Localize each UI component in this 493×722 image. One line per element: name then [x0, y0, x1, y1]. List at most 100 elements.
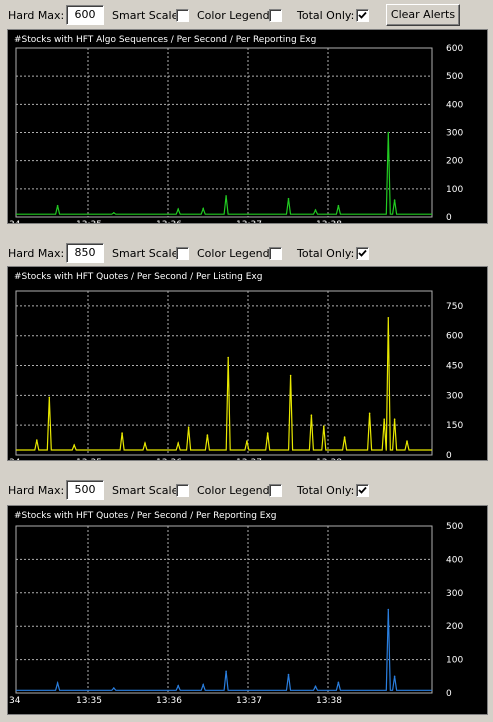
data-point [289, 374, 292, 377]
y-tick-label: 100 [446, 656, 463, 666]
y-tick-label: 450 [446, 362, 463, 372]
smart-scale-label: Smart Scale: [112, 9, 183, 22]
y-tick-label: 300 [446, 589, 463, 599]
data-point [202, 207, 204, 210]
plot-frame [15, 290, 433, 456]
series-line [16, 317, 432, 451]
data-point [406, 440, 408, 442]
y-tick-label: 0 [446, 213, 452, 223]
color-legend-label: Color Legend: [197, 484, 274, 497]
data-point [202, 683, 204, 686]
total-only-label: Total Only: [297, 9, 355, 22]
plot-frame [15, 525, 433, 694]
data-point [225, 670, 227, 673]
smart-scale-checkbox[interactable] [176, 247, 189, 260]
chart-title: #Stocks with HFT Algo Sequences / Per Se… [14, 35, 316, 45]
y-tick-label: 600 [446, 332, 463, 342]
data-point [337, 204, 340, 207]
hard-max-label: Hard Max: [8, 9, 65, 22]
data-point [48, 396, 51, 399]
total-only-checkbox[interactable] [356, 484, 369, 497]
data-point [144, 442, 146, 444]
total-only-label: Total Only: [297, 484, 355, 497]
y-tick-label: 200 [446, 622, 463, 632]
series-line [16, 132, 432, 215]
data-point [177, 442, 179, 444]
checkmark-icon [358, 11, 367, 19]
data-point [187, 426, 190, 428]
data-point [113, 212, 115, 214]
y-tick-label: 400 [446, 555, 463, 565]
checkmark-icon [358, 249, 367, 257]
chart-section-3: Hard Max: 500 Smart Scale: Color Legend:… [0, 478, 493, 722]
total-only-label: Total Only: [297, 247, 355, 260]
x-tick-label: 13:38 [316, 696, 342, 706]
data-point [343, 436, 346, 438]
chart-title: #Stocks with HFT Quotes / Per Second / P… [14, 511, 277, 521]
data-point [266, 432, 269, 434]
data-point [113, 687, 115, 689]
series-line [16, 609, 432, 691]
x-tick-label: 13:38 [316, 458, 342, 460]
data-point [287, 197, 290, 200]
y-tick-label: 0 [446, 451, 452, 460]
chart-title: #Stocks with HFT Quotes / Per Second / P… [14, 272, 262, 282]
x-tick-label: 34 [9, 220, 21, 223]
data-point [177, 208, 179, 210]
y-tick-label: 600 [446, 44, 463, 54]
x-tick-label: 13:37 [236, 696, 262, 706]
y-tick-label: 500 [446, 72, 463, 82]
smart-scale-label: Smart Scale: [112, 484, 183, 497]
color-legend-label: Color Legend: [197, 9, 274, 22]
data-point [177, 684, 179, 687]
smart-scale-checkbox[interactable] [176, 484, 189, 497]
total-only-checkbox[interactable] [356, 247, 369, 260]
color-legend-checkbox[interactable] [269, 9, 282, 22]
hard-max-input[interactable]: 850 [66, 243, 104, 263]
data-point [387, 131, 390, 134]
hard-max-input[interactable]: 600 [66, 5, 104, 25]
y-tick-label: 0 [446, 689, 452, 699]
data-point [314, 685, 317, 688]
chart-section-1: Hard Max: 600 Smart Scale: Color Legend:… [0, 0, 493, 240]
x-tick-label: 13:35 [76, 220, 102, 223]
data-point [393, 418, 396, 420]
data-point [56, 682, 59, 684]
x-tick-label: 34 [9, 458, 21, 460]
chart-3-svg: #Stocks with HFT Quotes / Per Second / P… [9, 511, 463, 706]
data-point [314, 209, 317, 211]
clear-alerts-button[interactable]: Clear Alerts [386, 4, 460, 26]
data-point [393, 199, 396, 201]
x-tick-label: 13:36 [156, 220, 182, 223]
y-tick-label: 300 [446, 129, 463, 139]
smart-scale-checkbox[interactable] [176, 9, 189, 22]
chart-section-2: Hard Max: 850 Smart Scale: Color Legend:… [0, 240, 493, 480]
data-point [368, 412, 371, 415]
color-legend-label: Color Legend: [197, 247, 274, 260]
data-point [56, 204, 59, 207]
y-tick-label: 400 [446, 100, 463, 110]
smart-scale-label: Smart Scale: [112, 247, 183, 260]
data-point [393, 675, 396, 678]
x-tick-label: 13:35 [76, 458, 102, 460]
data-point [287, 673, 290, 676]
hard-max-label: Hard Max: [8, 247, 65, 260]
x-tick-label: 13:36 [156, 458, 182, 460]
data-point [337, 681, 340, 684]
total-only-checkbox[interactable] [356, 9, 369, 22]
x-tick-label: 13:38 [316, 220, 342, 223]
checkmark-icon [358, 486, 367, 494]
y-tick-label: 750 [446, 302, 463, 312]
chart-2-svg: #Stocks with HFT Quotes / Per Second / P… [9, 272, 463, 468]
data-point [73, 444, 75, 446]
data-point [323, 425, 325, 427]
data-point [387, 317, 390, 319]
color-legend-checkbox[interactable] [269, 484, 282, 497]
data-point [225, 195, 227, 197]
color-legend-checkbox[interactable] [269, 247, 282, 260]
x-tick-label: 13:37 [236, 458, 262, 460]
y-tick-label: 300 [446, 391, 463, 401]
hard-max-input[interactable]: 500 [66, 480, 104, 500]
y-tick-label: 200 [446, 157, 463, 167]
chart-3-controls: Hard Max: 500 Smart Scale: Color Legend:… [0, 478, 493, 508]
